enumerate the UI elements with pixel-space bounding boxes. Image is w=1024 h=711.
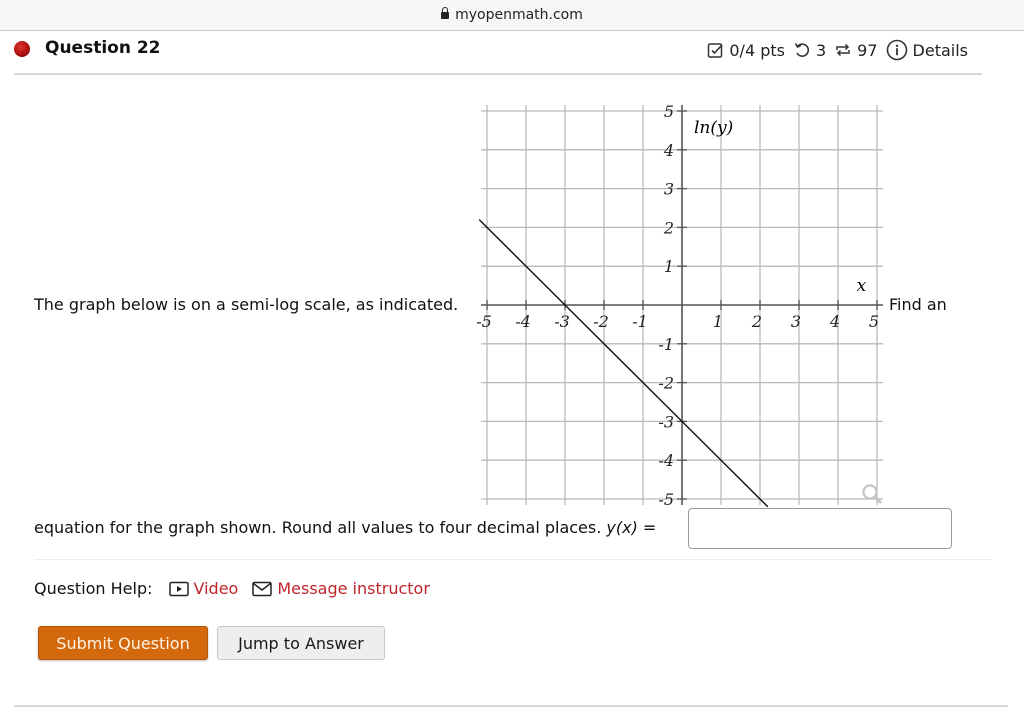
x-tick-label: -5 — [476, 312, 492, 331]
x-tick-label: -3 — [554, 312, 570, 331]
y-tick-label: -3 — [658, 412, 674, 431]
y-tick-label: 2 — [663, 218, 674, 237]
y-tick-label: 4 — [663, 141, 674, 160]
question-title: Question 22 — [45, 38, 161, 58]
info-icon — [886, 39, 907, 61]
lock-icon — [441, 7, 450, 21]
message-instructor-label: Message instructor — [277, 579, 430, 598]
header-divider — [14, 73, 982, 75]
attempts-text: 97 — [857, 40, 878, 60]
prompt-text-3: equation for the graph shown. Round all … — [34, 518, 656, 537]
y-tick-label: 1 — [664, 257, 674, 276]
question-help: Question Help: Video Message instructor — [34, 579, 444, 598]
chart-svg: -5 -4 -3 -2 -1 1 2 3 4 5 -5 -4 -3 -2 -1 1 2 3 4 5 x ln(y) — [476, 102, 883, 509]
browser-address-bar[interactable]: myopenmath.com — [0, 0, 1024, 31]
details-label: Details — [912, 40, 968, 60]
prompt-text-1: The graph below is on a semi-log scale, … — [34, 295, 459, 314]
retries-text: 3 — [815, 40, 827, 60]
y-tick-label: -4 — [658, 451, 674, 470]
x-tick-label: -2 — [593, 312, 609, 331]
repeat-icon — [836, 43, 850, 57]
score-text: 0/4 pts — [729, 40, 785, 60]
question-meta: 0/4 pts 3 97 Details — [707, 39, 968, 61]
retries-indicator: 3 — [793, 41, 826, 60]
y-tick-label: 3 — [664, 180, 674, 199]
x-tick-label: 3 — [791, 312, 801, 331]
x-tick-label: 1 — [713, 312, 723, 331]
bottom-divider — [14, 705, 1008, 707]
message-instructor-link[interactable]: Message instructor — [252, 579, 430, 598]
question-help-label: Question Help: — [34, 579, 153, 598]
undo-icon — [794, 43, 810, 57]
axes — [481, 105, 883, 505]
question-header: Question 22 0/4 pts 3 97 Details — [0, 31, 1024, 75]
video-link[interactable]: Video — [168, 579, 239, 598]
x-axis-label: x — [857, 276, 867, 296]
mail-icon — [252, 581, 273, 596]
jump-to-answer-button[interactable]: Jump to Answer — [217, 626, 385, 660]
question-status-dot-icon — [14, 41, 30, 57]
url-text: myopenmath.com — [455, 7, 583, 23]
score-indicator: 0/4 pts — [707, 41, 785, 60]
checkbox-icon — [708, 42, 723, 58]
y-tick-label: -1 — [658, 335, 674, 354]
answer-input[interactable] — [688, 508, 952, 549]
x-tick-label: -4 — [515, 312, 531, 331]
y-tick-label: 5 — [664, 102, 674, 121]
x-tick-label: -1 — [632, 312, 648, 331]
x-tick-label: 2 — [751, 312, 762, 331]
video-label: Video — [193, 579, 239, 598]
y-axis-label: ln(y) — [694, 118, 733, 138]
submit-question-button[interactable]: Submit Question — [38, 626, 208, 660]
series-lines — [478, 219, 769, 508]
details-button[interactable]: Details — [886, 39, 968, 61]
semi-log-graph: -5 -4 -3 -2 -1 1 2 3 4 5 -5 -4 -3 -2 -1 1 2 3 4 5 x ln(y) — [470, 95, 900, 515]
x-tick-label: 5 — [869, 312, 879, 331]
play-icon — [168, 581, 189, 596]
x-tick-label: 4 — [829, 312, 840, 331]
y-tick-label: -2 — [658, 374, 674, 393]
y-tick-label: -5 — [658, 490, 674, 509]
section-divider — [34, 559, 992, 560]
prompt-instructions: equation for the graph shown. Round all … — [34, 518, 602, 537]
attempts-indicator: 97 — [834, 40, 878, 60]
answer-label: y(x) = — [606, 518, 657, 537]
series-line — [478, 219, 769, 508]
magnifier-icon[interactable] — [862, 484, 882, 504]
